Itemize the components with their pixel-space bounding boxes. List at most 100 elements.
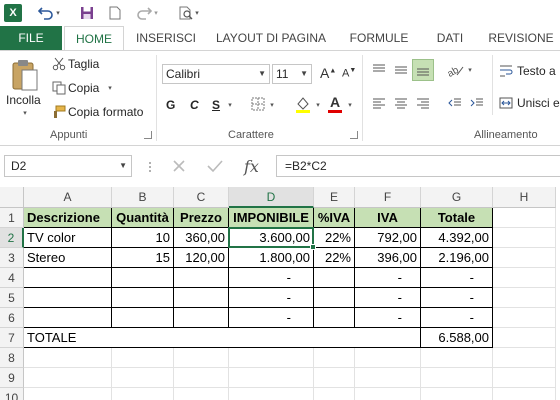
cell-a8[interactable]	[24, 348, 112, 368]
table-cell[interactable]	[24, 288, 112, 308]
table-header-cell[interactable]: IMPONIBILE	[229, 208, 314, 228]
cell-d8[interactable]	[229, 348, 314, 368]
table-cell[interactable]	[174, 308, 229, 328]
cell-h9[interactable]	[493, 368, 556, 388]
underline-button[interactable]: S	[212, 98, 220, 112]
name-box[interactable]: D2 ▼	[4, 155, 132, 177]
row-header-10[interactable]: 10	[0, 388, 24, 400]
undo-icon[interactable]: ▾	[36, 3, 62, 23]
row-header-9[interactable]: 9	[0, 368, 24, 388]
paste-dropdown-icon[interactable]: ▾	[20, 109, 30, 117]
table-cell[interactable]: 10	[112, 228, 174, 248]
orientation-dropdown-icon[interactable]: ▾	[466, 65, 474, 75]
table-cell[interactable]: 792,00	[355, 228, 421, 248]
tab-home[interactable]: HOME	[64, 26, 124, 51]
column-header-b[interactable]: B	[112, 187, 174, 208]
font-size-select[interactable]: 11 ▼	[272, 64, 312, 84]
table-header-cell[interactable]: Quantità	[112, 208, 174, 228]
table-cell[interactable]	[314, 268, 355, 288]
table-cell[interactable]: -	[229, 288, 314, 308]
total-value[interactable]: 6.588,00	[421, 328, 493, 348]
copy-icon[interactable]	[52, 81, 66, 95]
format-painter-button[interactable]: Copia formato	[68, 105, 143, 119]
cell-h10[interactable]	[493, 388, 556, 400]
column-header-g[interactable]: G	[421, 187, 493, 208]
enter-check-icon[interactable]	[206, 157, 224, 175]
increase-indent-icon[interactable]	[468, 95, 486, 113]
table-cell[interactable]: -	[355, 288, 421, 308]
cell-h8[interactable]	[493, 348, 556, 368]
table-cell[interactable]: 2.196,00	[421, 248, 493, 268]
cell-h7[interactable]	[493, 328, 556, 348]
tab-file[interactable]: FILE	[0, 26, 62, 50]
cell-a9[interactable]	[24, 368, 112, 388]
cell-e8[interactable]	[314, 348, 355, 368]
cell-b8[interactable]	[112, 348, 174, 368]
row-header-1[interactable]: 1	[0, 208, 24, 228]
cell-h2[interactable]	[493, 228, 556, 248]
format-painter-icon[interactable]	[52, 105, 66, 119]
table-header-cell[interactable]: Prezzo	[174, 208, 229, 228]
column-header-h[interactable]: H	[493, 187, 556, 208]
worksheet-grid[interactable]: A B C D E F G H 1 2 3 4 5 6 7 8 9 10 Descrizione Quantità Pr…	[0, 187, 560, 400]
table-header-cell[interactable]: Descrizione	[24, 208, 112, 228]
table-cell[interactable]	[112, 268, 174, 288]
font-launcher-icon[interactable]	[350, 131, 358, 139]
table-cell[interactable]: TV color	[24, 228, 112, 248]
table-cell[interactable]: 360,00	[174, 228, 229, 248]
cell-h6[interactable]	[493, 308, 556, 328]
save-icon[interactable]	[78, 3, 96, 23]
scissors-icon[interactable]	[52, 57, 66, 71]
redo-icon[interactable]: ▾	[134, 3, 160, 23]
column-header-c[interactable]: C	[174, 187, 229, 208]
table-cell[interactable]	[24, 308, 112, 328]
column-header-d[interactable]: D	[229, 187, 314, 208]
cell-g8[interactable]	[421, 348, 493, 368]
row-header-7[interactable]: 7	[0, 328, 24, 348]
column-header-a[interactable]: A	[24, 187, 112, 208]
fill-handle[interactable]	[310, 244, 316, 250]
table-cell[interactable]	[174, 288, 229, 308]
tab-insert[interactable]: INSERISCI	[128, 26, 204, 50]
table-cell[interactable]: -	[229, 308, 314, 328]
table-cell[interactable]	[174, 268, 229, 288]
align-middle-icon[interactable]	[392, 61, 410, 79]
table-cell[interactable]: -	[421, 308, 493, 328]
wrap-text-icon[interactable]	[498, 63, 514, 79]
cell-h3[interactable]	[493, 248, 556, 268]
cut-button[interactable]: Taglia	[68, 57, 99, 71]
row-header-5[interactable]: 5	[0, 288, 24, 308]
font-name-select[interactable]: Calibri ▼	[162, 64, 270, 84]
cell-b9[interactable]	[112, 368, 174, 388]
table-cell[interactable]: 120,00	[174, 248, 229, 268]
cell-f8[interactable]	[355, 348, 421, 368]
table-header-cell[interactable]: Totale	[421, 208, 493, 228]
table-cell[interactable]	[314, 308, 355, 328]
cell-c9[interactable]	[174, 368, 229, 388]
formula-bar-grip-icon[interactable]	[146, 159, 154, 175]
cell-d9[interactable]	[229, 368, 314, 388]
table-cell[interactable]: Stereo	[24, 248, 112, 268]
underline-dropdown-icon[interactable]: ▾	[226, 100, 234, 110]
insert-function-button[interactable]: fx	[244, 157, 259, 176]
font-color-dropdown-icon[interactable]: ▾	[346, 100, 354, 110]
cell-c8[interactable]	[174, 348, 229, 368]
copy-button[interactable]: Copia	[68, 81, 99, 95]
merge-center-button[interactable]: Unisci e	[517, 96, 560, 110]
cancel-icon[interactable]	[170, 157, 188, 175]
paste-button-label[interactable]: Incolla	[6, 93, 41, 107]
table-cell[interactable]: 3.600,00	[229, 228, 314, 248]
cell-a10[interactable]	[24, 388, 112, 400]
row-header-8[interactable]: 8	[0, 348, 24, 368]
cell-c10[interactable]	[174, 388, 229, 400]
cell-f10[interactable]	[355, 388, 421, 400]
table-cell[interactable]: 1.800,00	[229, 248, 314, 268]
tab-formulas[interactable]: FORMULE	[342, 26, 416, 50]
table-cell[interactable]	[314, 288, 355, 308]
table-header-cell[interactable]: %IVA	[314, 208, 355, 228]
column-header-f[interactable]: F	[355, 187, 421, 208]
select-all-corner[interactable]	[0, 187, 24, 208]
tab-data[interactable]: DATI	[424, 26, 476, 50]
table-cell[interactable]: 22%	[314, 228, 355, 248]
table-cell[interactable]: -	[421, 288, 493, 308]
